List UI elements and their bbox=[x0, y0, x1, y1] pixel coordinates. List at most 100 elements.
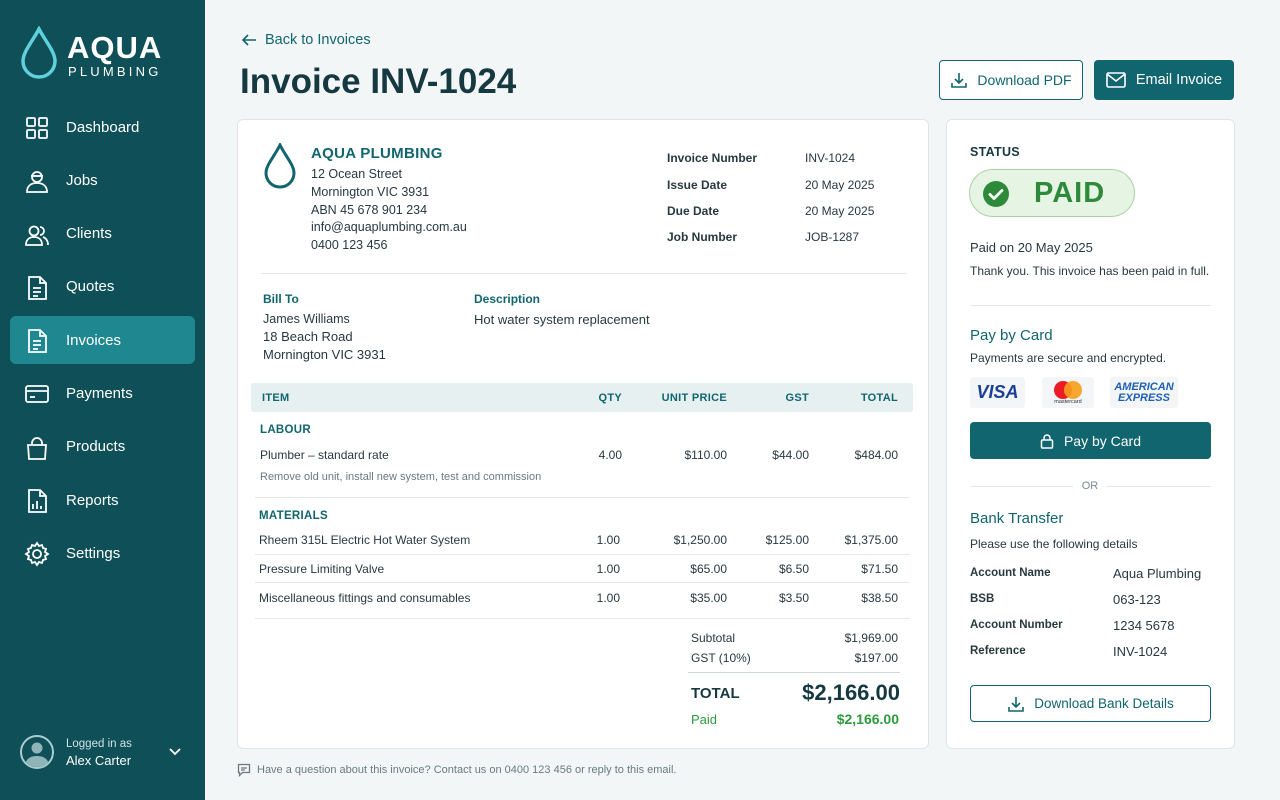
avatar bbox=[20, 735, 54, 769]
visa-logo: VISA bbox=[970, 377, 1025, 408]
email-invoice-button[interactable]: Email Invoice bbox=[1094, 60, 1234, 100]
water-drop-icon bbox=[21, 26, 57, 79]
chevron-down-icon[interactable] bbox=[168, 745, 182, 759]
line-item-qty: 1.00 bbox=[596, 591, 620, 605]
sidebar-item-label: Settings bbox=[66, 544, 121, 562]
line-item-gst: $44.00 bbox=[772, 448, 809, 462]
divider bbox=[970, 305, 1211, 306]
column-header-unit-price: UNIT PRICE bbox=[661, 392, 727, 404]
check-circle-icon bbox=[983, 181, 1009, 207]
mastercard-icon bbox=[1054, 381, 1082, 399]
paid-label: Paid bbox=[691, 712, 718, 727]
amex-logo-text: EXPRESS bbox=[1118, 391, 1170, 404]
worker-icon bbox=[26, 171, 48, 194]
secure-text: Payments are secure and encrypted. bbox=[970, 351, 1167, 365]
subtotal-value: $1,969.00 bbox=[844, 631, 898, 645]
sidebar-item-quotes[interactable]: Quotes bbox=[10, 263, 195, 311]
lock-icon bbox=[1040, 433, 1054, 449]
status-badge: PAID bbox=[969, 169, 1135, 217]
sidebar-item-label: Clients bbox=[66, 225, 112, 243]
user-icon bbox=[25, 742, 49, 767]
line-item-qty: 1.00 bbox=[596, 562, 620, 576]
divider bbox=[255, 618, 910, 619]
or-separator: OR bbox=[1081, 480, 1099, 492]
logged-in-caption: Logged in as bbox=[66, 738, 132, 750]
sidebar-item-clients[interactable]: Clients bbox=[10, 210, 195, 258]
line-item-name: Plumber – standard rate bbox=[260, 448, 389, 462]
bank-detail-value: 063-123 bbox=[1113, 592, 1161, 607]
description-text: Hot water system replacement bbox=[474, 312, 650, 327]
gear-icon bbox=[24, 541, 50, 567]
status-title: STATUS bbox=[970, 145, 1020, 159]
download-pdf-button[interactable]: Download PDF bbox=[939, 60, 1083, 100]
thanks-text: Thank you. This invoice has been paid in… bbox=[970, 264, 1210, 278]
sidebar-item-label: Quotes bbox=[66, 278, 115, 296]
line-item-gst: $125.00 bbox=[765, 533, 809, 547]
column-header-item: ITEM bbox=[262, 392, 290, 404]
pay-by-card-heading: Pay by Card bbox=[970, 327, 1053, 344]
sidebar-item-reports[interactable]: Reports bbox=[10, 476, 195, 524]
sidebar-item-jobs[interactable]: Jobs bbox=[10, 156, 195, 204]
meta-label: Issue Date bbox=[667, 178, 728, 192]
gst-value: $197.00 bbox=[854, 651, 898, 665]
line-item-gst: $6.50 bbox=[778, 562, 809, 576]
company-address-line: Mornington VIC 3931 bbox=[311, 185, 430, 199]
sidebar-item-products[interactable]: Products bbox=[10, 423, 195, 471]
download-icon bbox=[1008, 696, 1025, 712]
chat-icon bbox=[237, 763, 251, 777]
sidebar-item-settings[interactable]: Settings bbox=[10, 529, 195, 577]
download-pdf-label: Download PDF bbox=[977, 72, 1072, 88]
gst-label: GST (10%) bbox=[691, 651, 751, 665]
divider bbox=[688, 672, 900, 673]
bill-to-name: James Williams bbox=[263, 312, 350, 326]
column-header-qty: QTY bbox=[598, 392, 622, 404]
arrow-left-icon bbox=[241, 34, 256, 46]
email-invoice-label: Email Invoice bbox=[1135, 72, 1223, 88]
sidebar: AQUA PLUMBING Dashboard Jobs Clients Quo… bbox=[0, 0, 205, 800]
sidebar-item-dashboard[interactable]: Dashboard bbox=[10, 103, 195, 151]
footer-text: Have a question about this invoice? Cont… bbox=[257, 764, 677, 776]
bank-detail-label: BSB bbox=[970, 593, 995, 605]
meta-label: Invoice Number bbox=[667, 151, 758, 165]
line-item-qty: 4.00 bbox=[598, 448, 622, 462]
company-phone: 0400 123 456 bbox=[311, 238, 388, 252]
mastercard-logo: mastercard bbox=[1042, 377, 1094, 408]
water-drop-icon bbox=[264, 143, 296, 189]
brand-logo[interactable]: AQUA PLUMBING bbox=[20, 26, 190, 82]
line-item-qty: 1.00 bbox=[596, 533, 620, 547]
line-item-gst: $3.50 bbox=[778, 591, 809, 605]
bank-detail-label: Reference bbox=[970, 645, 1026, 657]
divider bbox=[255, 554, 910, 555]
status-badge-label: PAID bbox=[1034, 177, 1106, 209]
line-item-total: $38.50 bbox=[861, 591, 898, 605]
meta-value: 20 May 2025 bbox=[805, 204, 875, 218]
sidebar-item-label: Payments bbox=[66, 384, 133, 402]
user-menu[interactable]: Logged in as Alex Carter bbox=[20, 735, 190, 771]
line-item-unit-price: $35.00 bbox=[690, 591, 727, 605]
pay-by-card-button[interactable]: Pay by Card bbox=[970, 422, 1211, 459]
sidebar-item-invoices[interactable]: Invoices bbox=[10, 316, 195, 365]
line-item-total: $1,375.00 bbox=[844, 533, 898, 547]
bank-transfer-heading: Bank Transfer bbox=[970, 510, 1064, 527]
amex-logo-text: AMERICAN bbox=[1114, 380, 1174, 393]
invoice-icon bbox=[28, 329, 47, 354]
back-to-invoices-link[interactable]: Back to Invoices bbox=[241, 32, 371, 48]
paid-on-text: Paid on 20 May 2025 bbox=[970, 240, 1093, 255]
user-name: Alex Carter bbox=[66, 753, 132, 768]
sidebar-item-label: Reports bbox=[66, 491, 119, 509]
total-label: TOTAL bbox=[691, 685, 740, 702]
line-item-note: Remove old unit, install new system, tes… bbox=[260, 471, 542, 483]
download-bank-details-button[interactable]: Download Bank Details bbox=[970, 685, 1211, 722]
section-label-materials: MATERIALS bbox=[259, 510, 328, 522]
meta-value: 20 May 2025 bbox=[805, 178, 875, 192]
sidebar-item-label: Invoices bbox=[66, 331, 122, 349]
bag-icon bbox=[27, 436, 47, 460]
divider bbox=[261, 273, 906, 274]
bank-detail-label: Account Name bbox=[970, 567, 1051, 579]
bank-detail-value: 1234 5678 bbox=[1113, 618, 1175, 633]
brand-name: AQUA bbox=[67, 30, 163, 65]
sidebar-item-payments[interactable]: Payments bbox=[10, 369, 195, 417]
bill-to-address-line: 18 Beach Road bbox=[263, 329, 353, 344]
column-header-gst: GST bbox=[785, 392, 809, 404]
line-item-name: Rheem 315L Electric Hot Water System bbox=[259, 533, 471, 547]
